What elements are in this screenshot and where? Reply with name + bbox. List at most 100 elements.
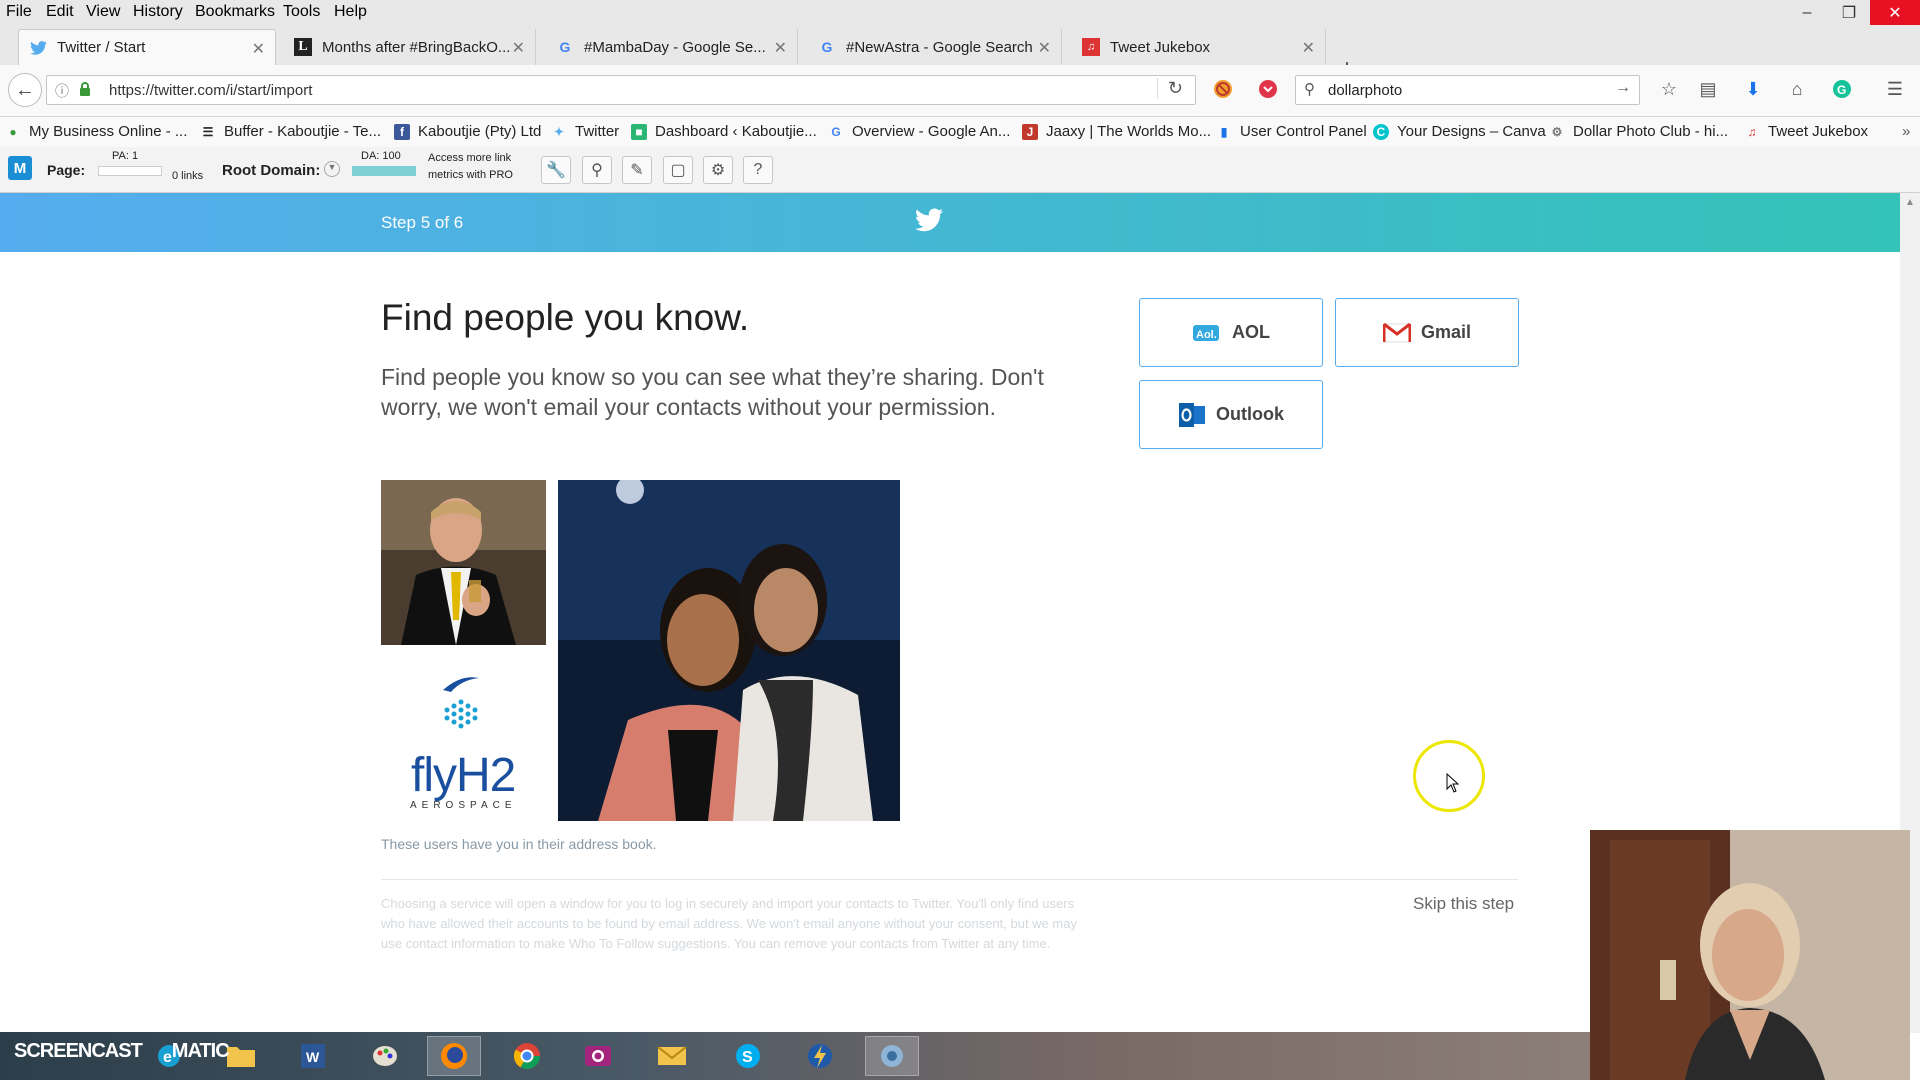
- address-book-note: These users have you in their address bo…: [381, 836, 657, 852]
- info-icon[interactable]: ⓘ: [55, 81, 69, 101]
- wrench-icon[interactable]: 🔧: [541, 156, 571, 184]
- close-tab-icon[interactable]: ✕: [774, 38, 787, 58]
- bookmark-jaaxy[interactable]: J Jaaxy | The Worlds Mo...: [1022, 123, 1211, 140]
- mozbar-toolbar: M Page: PA: 1 0 links Root Domain: ▼ DA:…: [0, 147, 1920, 193]
- skip-step-link[interactable]: Skip this step: [1413, 894, 1514, 914]
- menu-edit[interactable]: Edit: [46, 3, 74, 21]
- more-bookmarks-icon[interactable]: »: [1902, 123, 1910, 140]
- tab-label: Twitter / Start: [57, 39, 146, 56]
- svg-text:Aol.: Aol.: [1196, 329, 1217, 341]
- bookmarks-bar: ● My Business Online - ... ☰ Buffer - Kabo…: [0, 117, 1920, 147]
- close-window-icon[interactable]: ✕: [1870, 0, 1920, 25]
- tab-newastra[interactable]: G #NewAstra - Google Search ✕: [808, 29, 1062, 65]
- address-bar[interactable]: ⓘ https://twitter.com/i/start/import ↻: [46, 75, 1196, 105]
- screencast-text: SCREENCAST: [14, 1040, 143, 1062]
- arrow-right-icon[interactable]: →: [1615, 79, 1631, 97]
- screencast-suffix: MATIC: [171, 1040, 230, 1062]
- aol-icon: Aol.: [1192, 322, 1222, 344]
- webcam-overlay: [1590, 830, 1910, 1080]
- restore-icon[interactable]: ❐: [1828, 0, 1870, 25]
- aol-import-button[interactable]: Aol. AOL: [1139, 298, 1323, 367]
- bookmark-tweet-jukebox[interactable]: ♫ Tweet Jukebox: [1744, 123, 1869, 140]
- outlook-import-button[interactable]: Outlook: [1139, 380, 1323, 449]
- chevron-down-icon[interactable]: ▼: [324, 161, 340, 177]
- adblock-icon[interactable]: [1212, 78, 1234, 100]
- bookmark-google-analytics[interactable]: G Overview - Google An...: [828, 123, 1010, 140]
- bookmark-user-control-panel[interactable]: ▮ User Control Panel: [1216, 123, 1367, 140]
- reading-list-icon[interactable]: ▤: [1697, 78, 1719, 100]
- divider: [381, 879, 1518, 880]
- search-bar[interactable]: ⚲ dollarphoto →: [1295, 75, 1640, 105]
- grammarly-icon[interactable]: G: [1831, 78, 1853, 100]
- pencil-icon[interactable]: ✎: [622, 156, 652, 184]
- menu-history[interactable]: History: [133, 3, 183, 21]
- tab-mambaday[interactable]: G #MambaDay - Google Se... ✕: [546, 29, 798, 65]
- menu-bookmarks[interactable]: Bookmarks: [195, 3, 275, 21]
- tab-label: Tweet Jukebox: [1110, 38, 1211, 56]
- pocket-icon[interactable]: [1257, 78, 1279, 100]
- minimize-icon[interactable]: –: [1786, 0, 1828, 25]
- tab-tweet-jukebox[interactable]: ♫ Tweet Jukebox ✕: [1072, 29, 1326, 65]
- svg-text:S: S: [742, 1049, 753, 1066]
- reload-icon[interactable]: ↻: [1156, 78, 1183, 99]
- word-taskbar-icon[interactable]: W: [286, 1036, 340, 1076]
- svg-text:G: G: [1837, 83, 1846, 97]
- contact-photo-man[interactable]: [381, 480, 546, 645]
- root-domain-label: Root Domain:: [222, 162, 321, 179]
- help-icon[interactable]: ?: [743, 156, 773, 184]
- bookmark-label: User Control Panel: [1240, 123, 1367, 140]
- close-tab-icon[interactable]: ✕: [1302, 38, 1315, 58]
- skype-taskbar-icon[interactable]: S: [721, 1036, 775, 1076]
- da-value: DA: 100: [361, 150, 401, 162]
- contact-logo-flyh2[interactable]: flyH2 AEROSPACE: [381, 660, 546, 825]
- download-icon[interactable]: ⬇: [1742, 78, 1764, 100]
- bookmark-dashboard[interactable]: ■ Dashboard ‹ Kaboutjie...: [631, 123, 817, 140]
- bookmark-star-icon[interactable]: ☆: [1658, 78, 1680, 100]
- scroll-up-icon[interactable]: ▲: [1905, 197, 1915, 208]
- pro-line-2[interactable]: metrics with PRO: [428, 169, 513, 181]
- bookmark-my-business[interactable]: ● My Business Online - ...: [5, 123, 187, 140]
- close-tab-icon[interactable]: ✕: [512, 38, 525, 58]
- pro-line-1[interactable]: Access more link: [428, 152, 511, 164]
- bookmark-twitter[interactable]: ✦ Twitter: [551, 123, 619, 140]
- hamburger-menu-icon[interactable]: ☰: [1884, 78, 1906, 100]
- screencast-taskbar-icon[interactable]: [865, 1036, 919, 1076]
- tab-months-after[interactable]: L Months after #BringBackO... ✕: [284, 29, 536, 65]
- lock-icon: [80, 82, 90, 96]
- moz-logo-icon[interactable]: M: [8, 156, 32, 180]
- menu-tools[interactable]: Tools: [283, 3, 320, 21]
- search-input[interactable]: dollarphoto: [1328, 82, 1402, 99]
- jaaxy-icon: J: [1022, 123, 1038, 140]
- contact-photo-two-women[interactable]: [558, 480, 900, 821]
- contact-photo-man-image: [381, 480, 546, 645]
- mail-taskbar-icon[interactable]: [645, 1036, 699, 1076]
- paint-taskbar-icon[interactable]: [358, 1036, 412, 1076]
- canva-icon: C: [1373, 123, 1389, 140]
- bookmark-canva[interactable]: C Your Designs – Canva: [1373, 123, 1546, 140]
- links-count: 0 links: [172, 170, 204, 182]
- menu-file[interactable]: File: [6, 3, 32, 21]
- bookmark-label: Jaaxy | The Worlds Mo...: [1046, 123, 1212, 140]
- bookmark-kaboutjie-facebook[interactable]: f Kaboutjie (Pty) Ltd: [394, 123, 541, 140]
- window-controls: – ❐ ✕: [1786, 0, 1920, 25]
- camera-taskbar-icon[interactable]: [571, 1036, 625, 1076]
- magnifier-icon[interactable]: ⚲: [582, 156, 612, 184]
- home-icon[interactable]: ⌂: [1786, 78, 1808, 100]
- back-button[interactable]: ←: [8, 73, 42, 107]
- chrome-taskbar-icon[interactable]: [500, 1036, 554, 1076]
- menu-view[interactable]: View: [86, 3, 120, 21]
- bookmark-dollar-photo-club[interactable]: ⚙ Dollar Photo Club - hi...: [1549, 123, 1728, 140]
- bolt-taskbar-icon[interactable]: [793, 1036, 847, 1076]
- menu-help[interactable]: Help: [334, 3, 367, 21]
- tab-twitter-start[interactable]: Twitter / Start ✕: [18, 29, 276, 65]
- bookmark-label: Dashboard ‹ Kaboutjie...: [655, 123, 817, 140]
- gear-icon[interactable]: ⚙: [703, 156, 733, 184]
- gmail-import-button[interactable]: Gmail: [1335, 298, 1519, 367]
- highlight-icon[interactable]: ▢: [663, 156, 693, 184]
- pa-value: PA: 1: [112, 150, 139, 162]
- bookmark-buffer[interactable]: ☰ Buffer - Kaboutjie - Te...: [200, 123, 381, 140]
- twitter-bird-icon: [29, 39, 47, 57]
- close-tab-icon[interactable]: ✕: [252, 39, 265, 59]
- firefox-taskbar-icon[interactable]: [427, 1036, 481, 1076]
- close-tab-icon[interactable]: ✕: [1038, 38, 1051, 58]
